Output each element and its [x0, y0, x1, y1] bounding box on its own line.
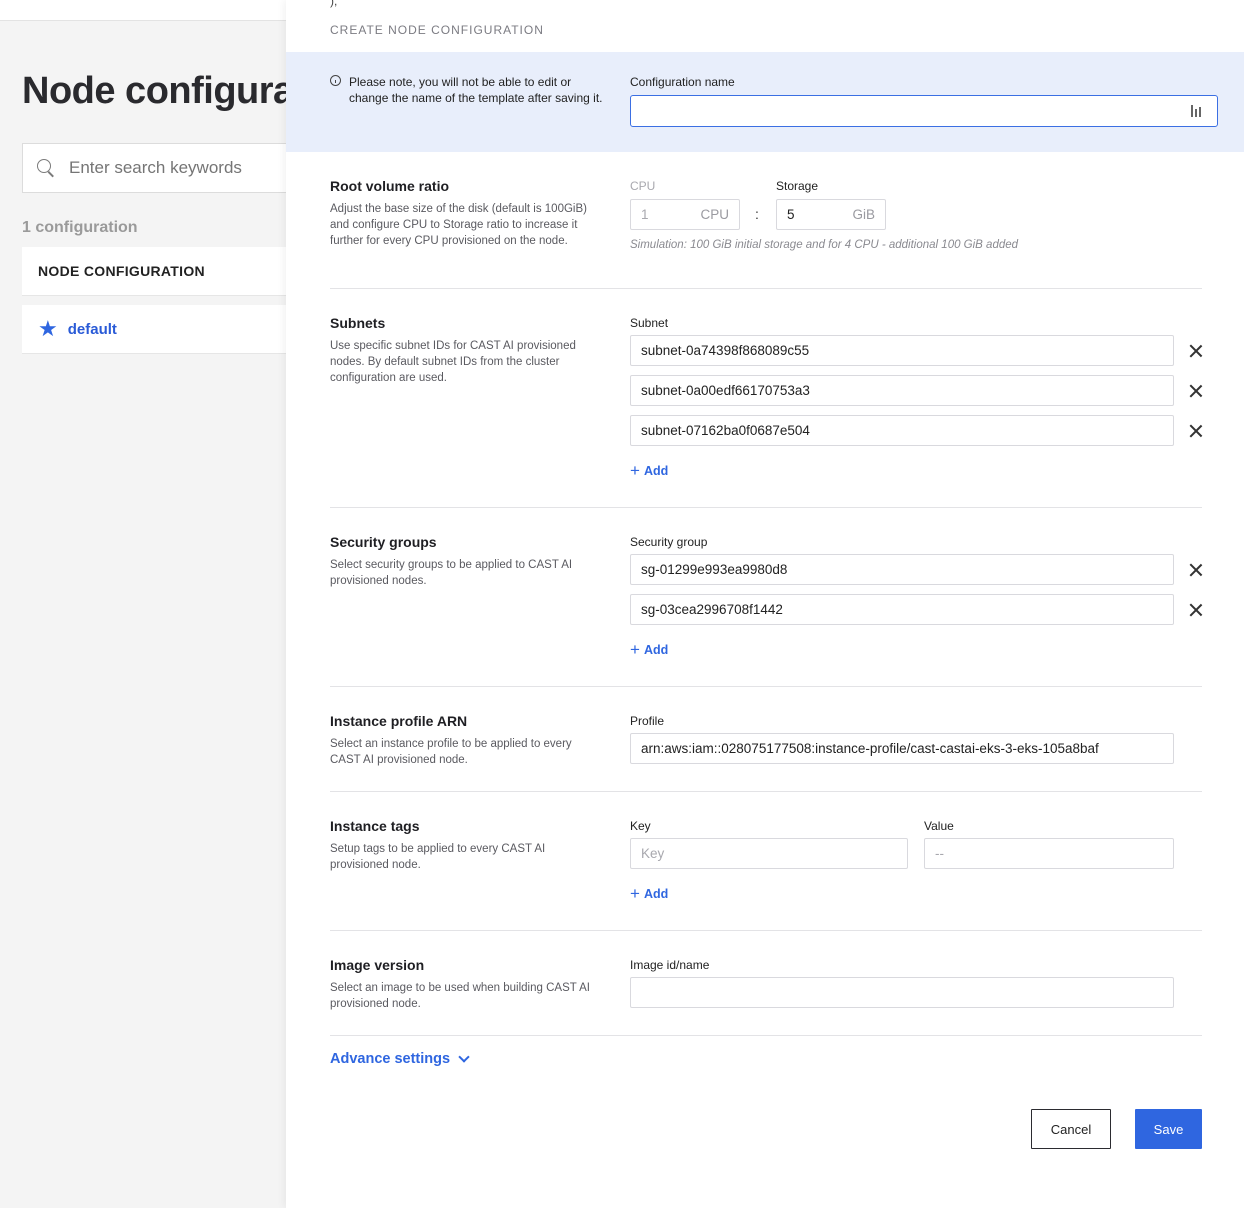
subnets-desc: Use specific subnet IDs for CAST AI prov… [330, 340, 576, 384]
close-icon[interactable] [1189, 563, 1203, 577]
notice-panel: Please note, you will not be able to edi… [286, 52, 1244, 152]
profile-field[interactable]: arn:aws:iam::028075177508:instance-profi… [630, 733, 1174, 764]
cpu-field: 1 CPU [630, 199, 740, 230]
search-icon [37, 159, 55, 177]
root-volume-title: Root volume ratio [330, 178, 450, 194]
config-name-input[interactable] [631, 96, 1171, 124]
divider [330, 1035, 1202, 1036]
instance-tags-title: Instance tags [330, 818, 420, 834]
drawer-title: CREATE NODE CONFIGURATION [330, 23, 544, 37]
close-icon[interactable] [1189, 603, 1203, 617]
page-title: Node configura [22, 70, 294, 112]
config-name-field[interactable] [630, 95, 1218, 127]
storage-label: Storage [776, 179, 819, 193]
tag-key-label: Key [630, 819, 651, 833]
cancel-button[interactable]: Cancel [1031, 1109, 1111, 1149]
divider [330, 686, 1202, 687]
configuration-count: 1 configuration [22, 219, 138, 236]
image-version-desc: Select an image to be used when building… [330, 982, 590, 1010]
divider [330, 288, 1202, 289]
security-group-label: Security group [630, 535, 708, 549]
image-label: Image id/name [630, 958, 710, 972]
tag-key-input[interactable]: Key [630, 838, 908, 869]
subnet-field[interactable]: subnet-0a74398f868089c55 [630, 335, 1174, 366]
image-field[interactable] [630, 977, 1174, 1008]
simulation-text: Simulation: 100 GiB initial storage and … [630, 239, 1019, 251]
add-tag-button[interactable]: + Add [630, 885, 668, 902]
search-box[interactable] [22, 143, 322, 193]
instance-tags-desc: Setup tags to be applied to every CAST A… [330, 843, 546, 871]
info-icon [330, 75, 341, 86]
create-node-config-drawer: ), CREATE NODE CONFIGURATION Please note… [286, 0, 1244, 1208]
search-input[interactable] [69, 158, 289, 178]
notice-text: Please note, you will not be able to edi… [349, 75, 603, 105]
instance-profile-desc: Select an instance profile to be applied… [330, 738, 572, 766]
cpu-value: 1 [641, 207, 649, 222]
divider [330, 930, 1202, 931]
subnet-label: Subnet [630, 316, 669, 330]
add-subnet-label[interactable]: Add [644, 464, 668, 478]
plus-icon: + [630, 640, 640, 659]
security-group-field[interactable]: sg-03cea2996708f1442 [630, 594, 1174, 625]
divider [330, 791, 1202, 792]
table-header: NODE CONFIGURATION [22, 247, 322, 296]
subnet-field[interactable]: subnet-0a00edf66170753a3 [630, 375, 1174, 406]
cpu-label: CPU [630, 179, 656, 193]
close-icon[interactable] [1189, 344, 1203, 358]
security-groups-title: Security groups [330, 534, 437, 550]
root-volume-desc: Adjust the base size of the disk (defaul… [330, 203, 587, 247]
security-groups-desc: Select security groups to be applied to … [330, 559, 573, 587]
table-row[interactable]: ★ default [22, 305, 322, 354]
add-tag-label[interactable]: Add [644, 887, 668, 901]
subnet-field[interactable]: subnet-07162ba0f0687e504 [630, 415, 1174, 446]
ratio-separator: : [755, 206, 759, 222]
drawer-top-mark: ), [330, 0, 338, 8]
image-version-title: Image version [330, 957, 425, 973]
plus-icon: + [630, 884, 640, 903]
add-subnet-button[interactable]: + Add [630, 462, 668, 479]
profile-label: Profile [630, 714, 665, 728]
tag-value-label: Value [924, 819, 954, 833]
advance-settings-toggle[interactable]: Advance settings [330, 1051, 470, 1067]
security-group-field[interactable]: sg-01299e993ea9980d8 [630, 554, 1174, 585]
storage-field[interactable]: 5 GiB [776, 199, 886, 230]
storage-value[interactable]: 5 [787, 207, 795, 222]
subnets-title: Subnets [330, 315, 386, 331]
password-manager-icon[interactable] [1191, 105, 1203, 117]
config-name-label: Configuration name [630, 75, 735, 89]
plus-icon: + [630, 461, 640, 480]
add-security-group-label[interactable]: Add [644, 643, 668, 657]
add-security-group-button[interactable]: + Add [630, 641, 668, 658]
chevron-down-icon [458, 1051, 470, 1063]
save-button[interactable]: Save [1135, 1109, 1202, 1149]
advance-settings-label[interactable]: Advance settings [330, 1051, 450, 1067]
star-icon: ★ [38, 316, 58, 341]
storage-unit: GiB [852, 207, 875, 222]
tag-value-input[interactable]: -- [924, 838, 1174, 869]
close-icon[interactable] [1189, 384, 1203, 398]
cpu-unit: CPU [700, 207, 729, 222]
instance-profile-title: Instance profile ARN [330, 713, 468, 729]
divider [330, 507, 1202, 508]
row-name[interactable]: default [68, 321, 117, 338]
close-icon[interactable] [1189, 424, 1203, 438]
